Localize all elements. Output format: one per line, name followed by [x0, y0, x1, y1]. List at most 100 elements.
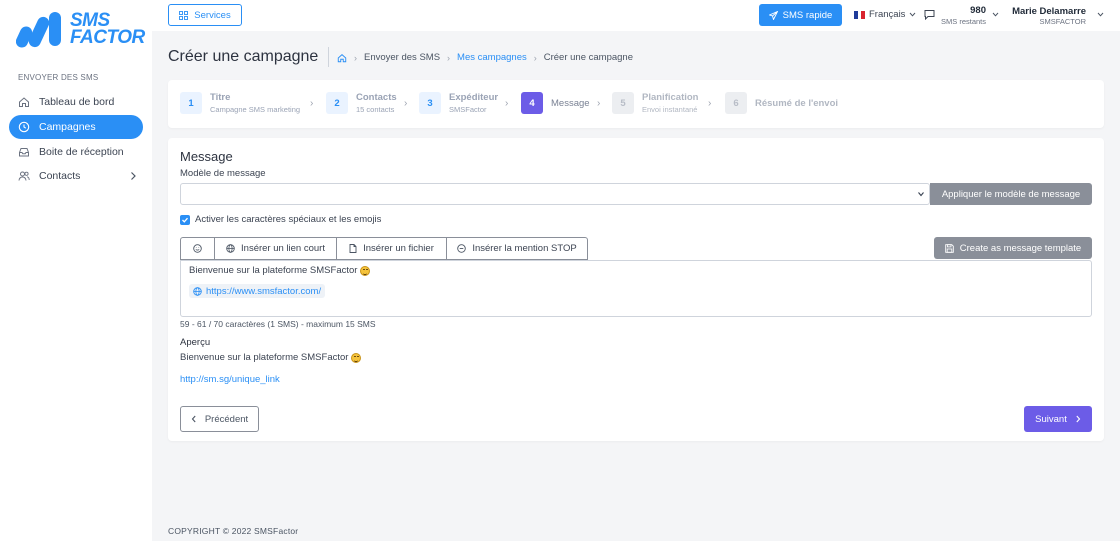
- step-number: 2: [326, 92, 348, 114]
- credits-value: 980: [970, 5, 986, 16]
- sidebar: SMS FACTOR ENVOYER DES SMS Tableau de bo…: [0, 0, 152, 541]
- previous-button[interactable]: Précédent: [180, 406, 259, 432]
- create-template-button[interactable]: Create as message template: [934, 237, 1092, 259]
- sidebar-item-label: Contacts: [39, 170, 81, 182]
- step-titre[interactable]: 1 Titre Campagne SMS marketing: [180, 91, 300, 115]
- logo-mark-icon: [16, 12, 61, 48]
- sidebar-item-inbox[interactable]: Boite de réception: [9, 140, 143, 164]
- logo-text: SMS FACTOR: [70, 10, 145, 48]
- smiley-icon: [193, 244, 202, 253]
- grinning-emoji-icon: [360, 265, 371, 276]
- step-number: 6: [725, 92, 747, 114]
- services-button[interactable]: Services: [168, 4, 242, 26]
- step-number: 3: [419, 92, 441, 114]
- chevron-right-icon: ›: [505, 98, 509, 109]
- nav-section-title: ENVOYER DES SMS: [18, 73, 99, 82]
- wizard-steps: 1 Titre Campagne SMS marketing › 2 Contac…: [168, 80, 1104, 128]
- checkbox-label: Activer les caractères spéciaux et les e…: [195, 214, 382, 225]
- breadcrumb: › Envoyer des SMS › Mes campagnes › Crée…: [337, 52, 633, 63]
- model-label: Modèle de message: [180, 168, 266, 179]
- home-icon[interactable]: [337, 53, 347, 63]
- services-label: Services: [194, 9, 231, 21]
- step-subtitle: SMSFactor: [449, 105, 487, 114]
- title-divider: [328, 47, 329, 67]
- page-title: Créer une campagne: [168, 48, 319, 65]
- file-icon: [349, 244, 357, 253]
- character-counter: 59 - 61 / 70 caractères (1 SMS) - maximu…: [180, 319, 376, 329]
- insert-stop-button[interactable]: Insérer la mention STOP: [447, 238, 587, 259]
- apply-model-button[interactable]: Appliquer le modèle de message: [930, 183, 1092, 205]
- step-message[interactable]: 4 Message: [521, 91, 590, 115]
- next-button[interactable]: Suivant: [1024, 406, 1092, 432]
- minus-circle-icon: [457, 244, 467, 253]
- short-link-label: Insérer un lien court: [241, 243, 325, 254]
- home-icon: [18, 96, 30, 108]
- users-icon: [18, 170, 30, 182]
- chevron-right-icon: ›: [354, 52, 357, 63]
- topbar: Services SMS rapide Français 980 SMS res…: [152, 0, 1120, 31]
- chevron-right-icon: ›: [708, 98, 712, 109]
- step-subtitle: Envoi instantané: [642, 105, 698, 114]
- step-resume[interactable]: 6 Résumé de l'envoi: [725, 91, 838, 115]
- message-editor[interactable]: Bienvenue sur la plateforme SMSFactor ht…: [180, 260, 1092, 317]
- credits-label: SMS restants: [940, 17, 986, 26]
- globe-icon: [193, 286, 202, 296]
- step-title: Contacts: [356, 92, 397, 103]
- editor-link-chip[interactable]: https://www.smsfactor.com/: [189, 284, 326, 298]
- insert-file-button[interactable]: Insérer un fichier: [337, 238, 447, 259]
- sms-rapide-label: SMS rapide: [782, 9, 833, 21]
- user-menu[interactable]: Marie Delamarre SMSFACTOR: [1004, 4, 1116, 28]
- sidebar-item-label: Campagnes: [39, 121, 96, 133]
- step-number: 5: [612, 92, 634, 114]
- sms-rapide-button[interactable]: SMS rapide: [759, 4, 842, 26]
- step-title: Planification: [642, 92, 699, 103]
- clock-icon: [18, 121, 30, 133]
- checkbox-checked-icon: [180, 214, 190, 225]
- step-expediteur[interactable]: 3 Expéditeur SMSFactor: [419, 91, 498, 115]
- insert-short-link-button[interactable]: Insérer un lien court: [215, 238, 337, 259]
- step-contacts[interactable]: 2 Contacts 15 contacts: [326, 91, 397, 115]
- save-icon: [945, 243, 954, 253]
- previous-label: Précédent: [204, 413, 249, 425]
- preview-text: Bienvenue sur la plateforme SMSFactor: [180, 352, 362, 363]
- chevron-right-icon: ›: [533, 52, 537, 63]
- step-subtitle: Campagne SMS marketing: [210, 105, 301, 114]
- step-title: Titre: [210, 92, 231, 103]
- sidebar-item-label: Tableau de bord: [39, 96, 115, 108]
- chevron-down-icon: [992, 12, 999, 17]
- sidebar-item-contacts[interactable]: Contacts: [9, 164, 143, 188]
- user-org: SMSFACTOR: [1039, 17, 1086, 26]
- breadcrumb-current: Créer une campagne: [543, 52, 633, 63]
- sidebar-item-label: Boite de réception: [39, 146, 124, 158]
- sms-credits[interactable]: 980 SMS restants: [924, 4, 1004, 28]
- preview-link[interactable]: http://sm.sg/unique_link: [180, 374, 280, 385]
- step-planification[interactable]: 5 Planification Envoi instantané: [612, 91, 698, 115]
- step-title: Expéditeur: [449, 92, 499, 103]
- chevron-right-icon: ›: [597, 98, 601, 109]
- chevron-down-icon: [918, 192, 924, 197]
- sidebar-item-campaigns[interactable]: Campagnes: [9, 115, 143, 139]
- next-label: Suivant: [1035, 413, 1067, 425]
- smsfactor-logo[interactable]: SMS FACTOR: [16, 10, 145, 50]
- sidebar-item-dashboard[interactable]: Tableau de bord: [9, 90, 143, 114]
- step-number: 1: [180, 92, 202, 114]
- language-selector[interactable]: Français: [854, 9, 916, 20]
- chevron-right-icon: ›: [310, 98, 314, 109]
- emoji-picker-button[interactable]: [181, 238, 215, 259]
- emoji-checkbox[interactable]: Activer les caractères spéciaux et les e…: [180, 214, 381, 225]
- create-template-label: Create as message template: [959, 242, 1082, 254]
- message-model-select[interactable]: [180, 183, 930, 205]
- breadcrumb-link-campaigns[interactable]: Mes campagnes: [457, 52, 527, 63]
- chevron-right-icon: ›: [404, 98, 408, 109]
- grid-icon: [179, 10, 189, 20]
- breadcrumb-item[interactable]: Envoyer des SMS: [364, 52, 440, 63]
- language-label: Français: [869, 9, 906, 20]
- inbox-icon: [18, 146, 30, 158]
- footer-copyright: COPYRIGHT © 2022 SMSFactor: [168, 526, 299, 536]
- chevron-down-icon: [910, 12, 916, 17]
- chevron-right-icon: ›: [447, 52, 451, 63]
- editor-toolbar: Insérer un lien court Insérer un fichier…: [180, 237, 588, 260]
- globe-icon: [226, 244, 235, 253]
- step-title: Résumé de l'envoi: [755, 97, 839, 109]
- chevron-down-icon: [1097, 12, 1104, 17]
